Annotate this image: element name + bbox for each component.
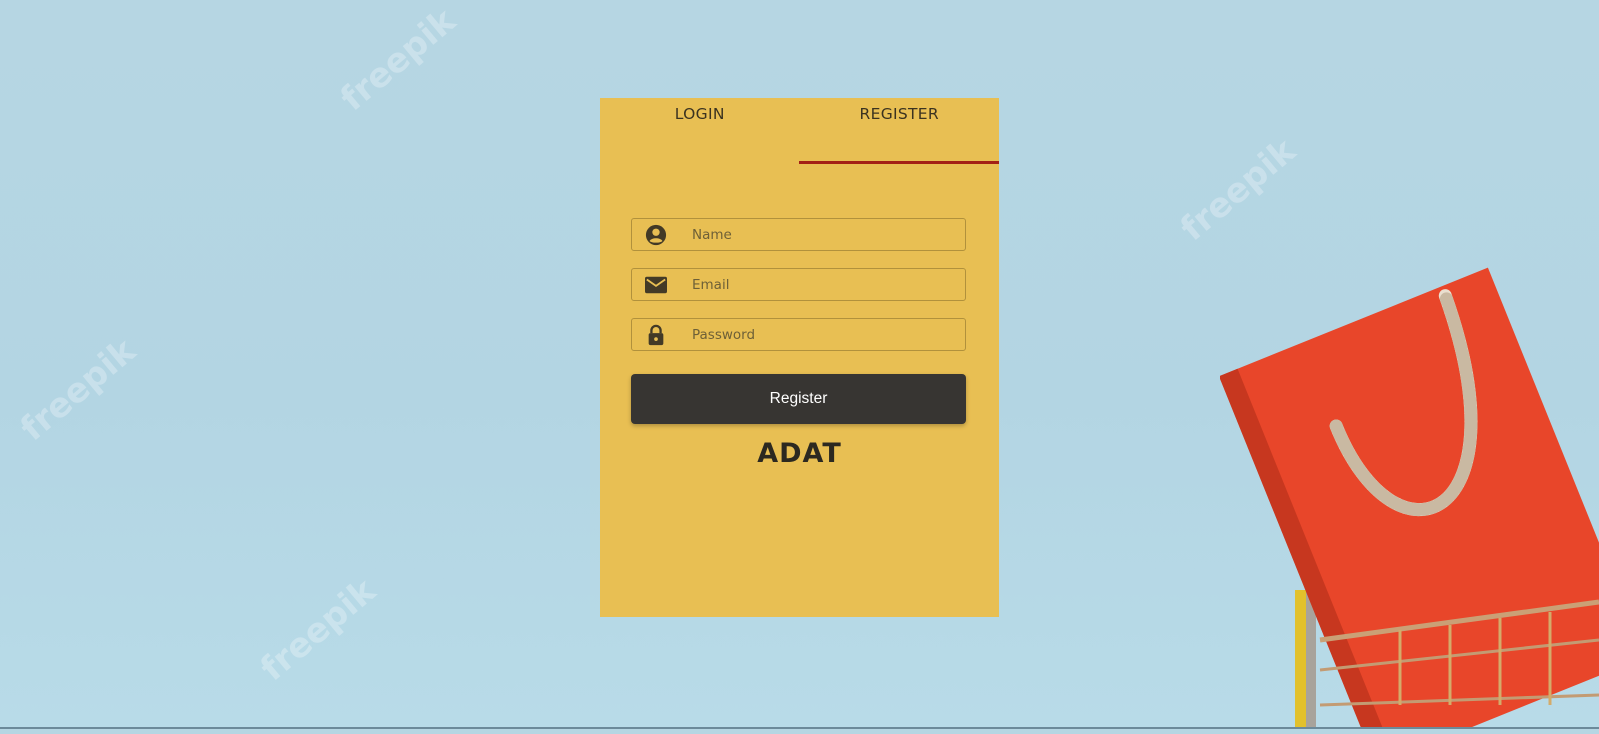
brand-logo-text: ADAT xyxy=(757,438,842,469)
register-button[interactable]: Register xyxy=(631,374,966,424)
tab-active-indicator xyxy=(799,161,999,164)
email-field[interactable] xyxy=(631,268,966,301)
auth-card: LOGIN REGISTER Register ADAT xyxy=(600,98,999,617)
watermark: freepik xyxy=(253,570,384,690)
name-input[interactable] xyxy=(692,219,957,250)
account-circle-icon xyxy=(644,224,668,246)
lock-icon xyxy=(644,324,668,346)
auth-tabs: LOGIN REGISTER xyxy=(600,98,999,168)
watermark: freepik xyxy=(333,0,464,120)
password-field[interactable] xyxy=(631,318,966,351)
password-input[interactable] xyxy=(692,319,957,350)
email-input[interactable] xyxy=(692,269,957,300)
watermark: freepik xyxy=(13,330,144,450)
tab-register[interactable]: REGISTER xyxy=(800,98,1000,168)
name-field[interactable] xyxy=(631,218,966,251)
tab-login[interactable]: LOGIN xyxy=(600,98,800,168)
shopping-bag-image xyxy=(1219,200,1599,734)
envelope-icon xyxy=(644,274,668,296)
